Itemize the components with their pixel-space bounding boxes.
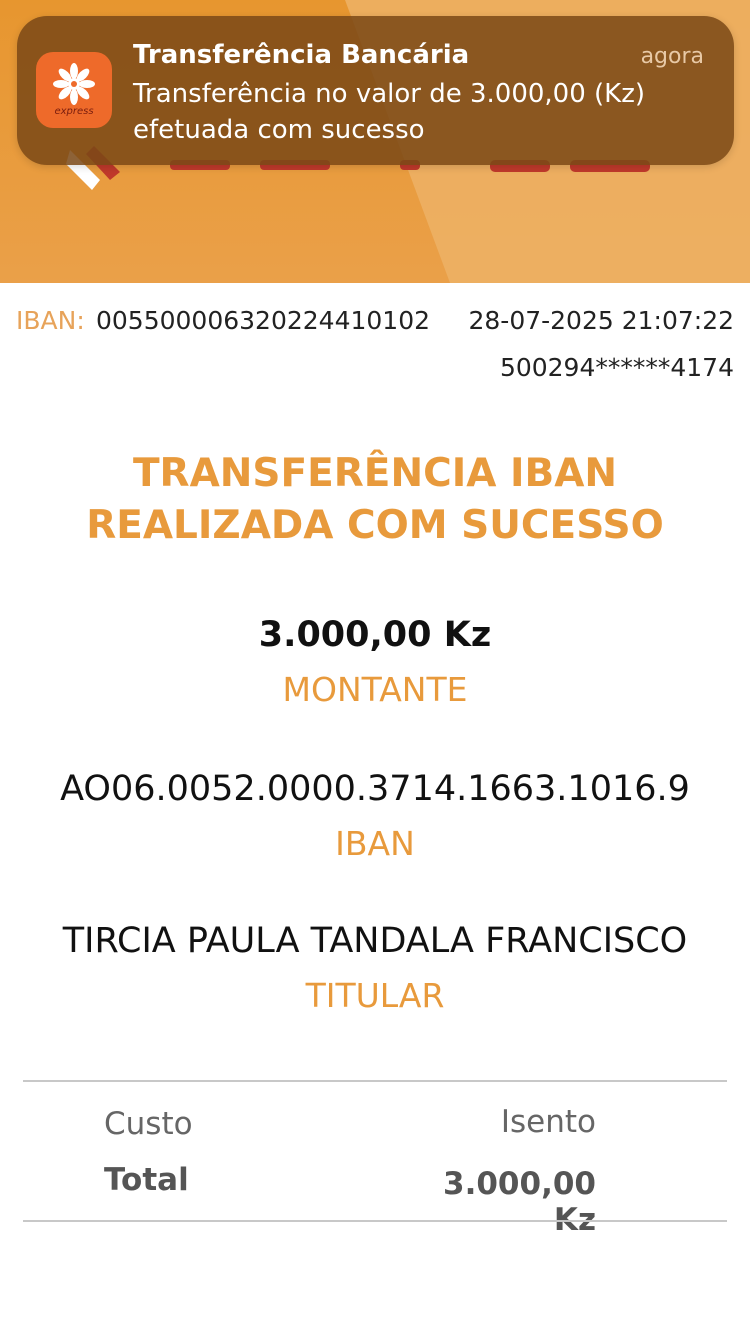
success-headline: TRANSFERÊNCIA IBAN REALIZADA COM SUCESSO <box>0 448 750 552</box>
headline-line-2: REALIZADA COM SUCESSO <box>86 503 664 548</box>
beneficiary-iban-label: IBAN <box>335 824 415 863</box>
holder-name: TIRCIA PAULA TANDALA FRANCISCO <box>62 921 688 961</box>
beneficiary-iban-value: AO06.0052.0000.3714.1663.1016.9 <box>60 769 690 809</box>
notification-message: Transferência no valor de 3.000,00 (Kz) … <box>133 79 646 145</box>
transaction-datetime: 28-07-2025 21:07:22 <box>468 306 734 335</box>
flower-logo-icon: express <box>53 63 95 117</box>
notification-time: agora <box>640 44 704 69</box>
holder-label: TITULAR <box>305 976 445 1015</box>
amount-value: 3.000,00 Kz <box>258 615 492 655</box>
summary-bottom-divider <box>23 1220 727 1222</box>
cost-value: Isento <box>500 1104 596 1140</box>
push-notification[interactable]: express Transferência Bancária agora Tra… <box>17 16 734 165</box>
total-label: Total <box>104 1162 189 1198</box>
notification-title: Transferência Bancária <box>133 40 470 70</box>
summary-top-divider <box>23 1080 727 1082</box>
card-number: 500294******4174 <box>499 353 734 382</box>
holder-block: TIRCIA PAULA TANDALA FRANCISCO TITULAR <box>0 918 750 1018</box>
origin-iban-label: IBAN: <box>16 306 85 335</box>
amount-label: MONTANTE <box>282 670 468 709</box>
express-app-icon: express <box>36 52 112 128</box>
cost-label: Custo <box>104 1106 193 1142</box>
amount-block: 3.000,00 Kz MONTANTE <box>0 612 750 712</box>
headline-line-1: TRANSFERÊNCIA IBAN <box>132 451 618 496</box>
origin-iban-value: 005500006320224410102 <box>96 306 431 335</box>
total-value: 3.000,00 Kz <box>443 1166 596 1238</box>
express-logo-text: express <box>54 106 93 117</box>
beneficiary-iban-block: AO06.0052.0000.3714.1663.1016.9 IBAN <box>0 766 750 866</box>
